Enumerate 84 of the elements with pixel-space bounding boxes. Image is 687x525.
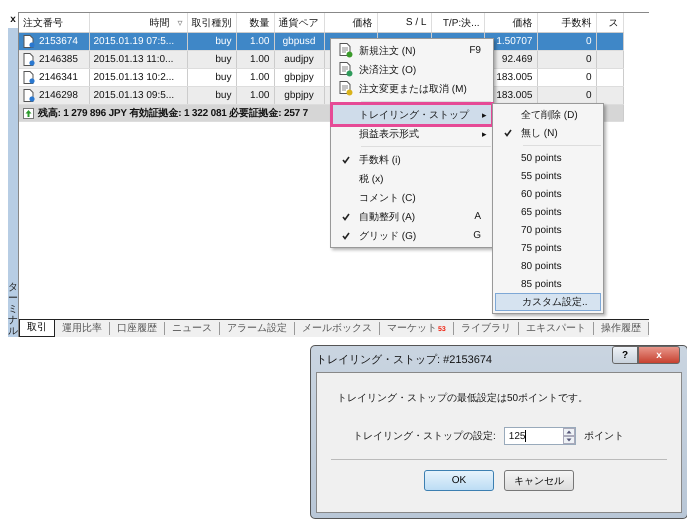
table-cell: 2015.01.13 11:0... <box>89 50 187 68</box>
column-header[interactable]: 時間 ▿ <box>89 13 187 32</box>
field-label: トレイリング・ストップの設定: <box>353 430 496 443</box>
order-number: 2146298 <box>39 90 78 101</box>
submenu-arrow-icon: ▸ <box>482 128 487 138</box>
table-cell: buy <box>187 50 236 68</box>
terminal-tab[interactable]: メールボックス <box>295 322 380 335</box>
menu-item[interactable]: 全て削除 (D) <box>495 106 601 124</box>
order-number: 2153674 <box>39 36 78 47</box>
help-button[interactable]: ? <box>612 346 638 364</box>
menu-item[interactable]: 無し (N) <box>495 124 601 142</box>
checkmark-icon <box>342 212 350 220</box>
menu-item[interactable]: 60 points <box>495 185 601 203</box>
column-header[interactable]: 数量 <box>236 13 274 32</box>
table-cell: buy <box>187 86 236 104</box>
document-icon <box>23 89 35 102</box>
table-cell: 0 <box>537 32 596 50</box>
table-cell: 1.00 <box>236 86 274 104</box>
submenu-arrow-icon: ▸ <box>482 110 487 120</box>
close-button[interactable]: x <box>638 346 680 364</box>
menu-item[interactable]: 損益表示形式 ▸ <box>333 124 491 143</box>
terminal-tab[interactable]: ニュース <box>165 322 220 335</box>
up-arrow-icon <box>23 108 34 118</box>
order-number: 2146341 <box>39 72 78 83</box>
dialog-button[interactable]: OK <box>424 470 494 491</box>
terminal-tab[interactable]: エキスパート <box>518 322 594 335</box>
menu-item[interactable]: 70 points <box>495 221 601 239</box>
terminal-tab[interactable]: アラーム設定 <box>220 322 295 335</box>
table-cell: gbpjpy <box>274 86 324 104</box>
column-header[interactable]: 通貨ペア <box>274 13 324 32</box>
balance-summary: 残高: 1 279 896 JPY 有効証拠金: 1 322 081 必要証拠金: 257 7 <box>38 106 308 120</box>
document-icon <box>23 53 35 66</box>
terminal-tab[interactable]: 口座履歴 <box>110 322 165 335</box>
checkmark-icon <box>342 156 350 164</box>
table-cell: 1.00 <box>236 50 274 68</box>
menu-item[interactable]: 50 points <box>495 149 601 167</box>
menu-item[interactable]: カスタム設定.. <box>495 293 601 311</box>
column-header[interactable]: 手数料 <box>537 13 596 32</box>
column-header[interactable]: S / L <box>377 13 431 32</box>
document-icon <box>339 81 353 96</box>
document-icon <box>339 62 353 77</box>
menu-item[interactable]: コメント (C) <box>333 188 491 207</box>
column-header[interactable]: 価格 <box>484 13 537 32</box>
checkmark-icon <box>342 232 350 240</box>
window-title: トレイリング・ストップ: #2153674 <box>316 352 494 366</box>
menu-item[interactable]: グリッド (G) G <box>333 226 491 245</box>
table-cell: 1.00 <box>236 32 274 50</box>
menu-item[interactable]: 65 points <box>495 203 601 221</box>
column-header[interactable]: 注文番号 <box>19 13 89 32</box>
document-icon <box>23 71 35 84</box>
dialog-button[interactable]: キャンセル <box>504 470 574 491</box>
message-text: トレイリング・ストップの最低設定は50ポイントです。 <box>337 392 590 405</box>
spin-arrows-icon[interactable] <box>562 428 575 444</box>
menu-item[interactable]: 55 points <box>495 167 601 185</box>
panel-title: ターミナル <box>8 282 18 337</box>
unit-label: ポイント <box>584 430 624 443</box>
terminal-tab[interactable]: 取引 <box>19 320 55 336</box>
table-cell: 2015.01.13 09:5... <box>89 86 187 104</box>
table-cell: 2015.01.19 07:5... <box>89 32 187 50</box>
terminal-tab[interactable]: 操作履歴 <box>594 322 649 335</box>
sort-icon: ▿ <box>178 18 182 28</box>
number-field[interactable]: 125 <box>504 427 576 445</box>
checkmark-icon <box>504 129 512 137</box>
menu-item[interactable]: 手数料 (i) <box>333 150 491 169</box>
column-header[interactable]: T/P:決... <box>431 13 484 32</box>
table-cell: audjpy <box>274 50 324 68</box>
menu-item[interactable]: 80 points <box>495 257 601 275</box>
document-icon <box>23 35 35 48</box>
table-cell: 0 <box>537 50 596 68</box>
table-cell: buy <box>187 32 236 50</box>
column-header[interactable]: 取引種別 <box>187 13 236 32</box>
menu-item[interactable]: トレイリング・ストップ ▸ <box>333 105 491 124</box>
table-cell: gbpusd <box>274 32 324 50</box>
document-icon <box>339 43 353 58</box>
menu-item[interactable]: 85 points <box>495 275 601 293</box>
column-header[interactable]: 価格 <box>324 13 377 32</box>
terminal-tab[interactable]: ライブラリ <box>454 322 519 335</box>
menu-item[interactable]: 75 points <box>495 239 601 257</box>
close-icon[interactable]: x <box>8 12 18 28</box>
order-number: 2146385 <box>39 54 78 65</box>
menu-item[interactable]: 税 (x) <box>333 169 491 188</box>
terminal-tab[interactable]: 運用比率 <box>55 322 110 335</box>
menu-item[interactable]: 自動整列 (A) A <box>333 207 491 226</box>
column-header[interactable]: ス <box>596 13 623 32</box>
